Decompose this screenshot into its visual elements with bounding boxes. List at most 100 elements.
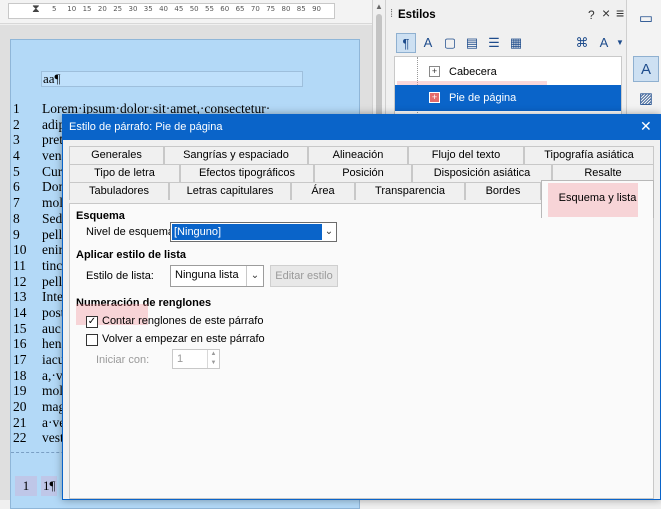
tab-generales[interactable]: Generales — [69, 146, 164, 164]
line-text[interactable]: auc — [42, 321, 61, 337]
count-lines-label[interactable]: Contar renglones de este párrafo — [102, 315, 263, 327]
expand-icon[interactable]: + — [429, 92, 440, 103]
tab-content-panel: Esquema Nivel de esquema: [Ninguno] ⌄ Ap… — [69, 203, 654, 499]
table-styles-icon[interactable]: ▦ — [506, 33, 526, 53]
line-text[interactable]: hen — [42, 336, 62, 352]
page-styles-icon[interactable]: ▤ — [462, 33, 482, 53]
styles-deck-icon[interactable]: A — [633, 56, 659, 82]
spin-arrows-icon[interactable]: ▲ ▼ — [207, 350, 219, 368]
chevron-down-icon[interactable]: ⌄ — [322, 223, 336, 241]
line-number: 3 — [13, 132, 20, 148]
line-text[interactable]: mol — [42, 195, 63, 211]
line-number: 11 — [13, 257, 26, 273]
count-lines-checkbox[interactable]: ✓ — [86, 316, 98, 328]
tree-item-label: Pie de página — [449, 92, 517, 104]
ruler-tick-label: 85 — [296, 5, 306, 13]
ruler-tick-label: 40 — [159, 5, 169, 13]
fill-format-mode-icon[interactable]: ⌘ — [572, 33, 592, 53]
line-text[interactable]: pell — [42, 274, 62, 290]
tree-item-cabecera[interactable]: + Cabecera — [395, 59, 621, 85]
tab-tipo-letra[interactable]: Tipo de letra — [69, 164, 180, 182]
footer-paragraph-text[interactable]: 1¶ — [41, 476, 58, 496]
list-style-value: Ninguna lista — [175, 269, 239, 281]
tab-flujo-texto[interactable]: Flujo del texto — [408, 146, 524, 164]
line-text[interactable]: ven — [42, 148, 62, 164]
line-text[interactable]: mol — [42, 383, 63, 399]
tab-posicion[interactable]: Posición — [314, 164, 412, 182]
sidebar-menu-button[interactable]: ≡ — [616, 5, 624, 21]
properties-icon[interactable]: ▭ — [633, 6, 659, 32]
tab-transparencia[interactable]: Transparencia — [355, 182, 465, 200]
line-number: 8 — [13, 210, 20, 226]
line-text[interactable]: tinc — [42, 258, 62, 274]
ruler-tick-label: 35 — [143, 5, 153, 13]
tree-item-label: Cabecera — [449, 66, 497, 78]
gallery-icon[interactable]: ▨ — [633, 86, 659, 112]
line-number: 19 — [13, 383, 27, 399]
tree-item-pie-de-pagina[interactable]: + Pie de página — [395, 85, 621, 111]
paragraph-styles-icon[interactable]: ¶ — [396, 33, 416, 53]
restart-numbering-label[interactable]: Volver a empezar en este párrafo — [102, 333, 265, 345]
ruler-tick-label: 15 — [82, 5, 92, 13]
tab-tipografia-asiatica[interactable]: Tipografía asiática — [524, 146, 654, 164]
close-icon[interactable]: ✕ — [640, 118, 652, 135]
help-button[interactable]: ? — [588, 8, 595, 22]
line-number: 15 — [13, 320, 27, 336]
restart-numbering-checkbox[interactable] — [86, 334, 98, 346]
line-text[interactable]: pret — [42, 132, 63, 148]
line-number: 13 — [13, 289, 27, 305]
tab-efectos-tipograficos[interactable]: Efectos tipográficos — [180, 164, 314, 182]
line-number: 22 — [13, 430, 27, 446]
line-number: 5 — [13, 163, 20, 179]
tab-area[interactable]: Área — [291, 182, 355, 200]
page-header-text[interactable]: aa¶ — [41, 71, 303, 87]
list-styles-icon[interactable]: ☰ — [484, 33, 504, 53]
line-number: 16 — [13, 336, 27, 352]
line-text[interactable]: vest — [42, 430, 64, 446]
tab-bordes[interactable]: Bordes — [465, 182, 541, 200]
horizontal-ruler[interactable]: ⧗ 5 10 15 20 25 30 35 40 45 50 55 60 65 70 75 80 85 90 — [0, 0, 372, 24]
drag-handle-icon[interactable]: ⁞ — [390, 8, 393, 20]
tab-tabuladores[interactable]: Tabuladores — [69, 182, 169, 200]
scroll-up-icon[interactable]: ▲ — [375, 2, 383, 11]
ruler-indent-marker-icon[interactable]: ⧗ — [32, 3, 40, 16]
line-text[interactable]: pell — [42, 227, 62, 243]
line-number: 18 — [13, 367, 27, 383]
start-with-label: Iniciar con: — [96, 354, 150, 366]
line-text[interactable]: Inte — [42, 289, 63, 305]
tab-label: Esquema y lista — [558, 192, 637, 204]
list-style-select[interactable]: Ninguna lista ⌄ — [170, 265, 264, 287]
sidebar-title: Estilos — [398, 9, 436, 21]
tab-sangrias[interactable]: Sangrías y espaciado — [164, 146, 308, 164]
tab-letras-capitulares[interactable]: Letras capitulares — [169, 182, 291, 200]
line-number: 10 — [13, 242, 27, 258]
paragraph-style-dialog: Estilo de párrafo: Pie de página ✕ Gener… — [62, 114, 661, 500]
line-number: 20 — [13, 399, 27, 415]
edit-style-button[interactable]: Editar estilo — [270, 265, 338, 287]
tab-esquema-y-lista[interactable]: Esquema y lista — [541, 180, 654, 218]
line-text[interactable]: Sed — [42, 211, 62, 227]
line-number: 7 — [13, 195, 20, 211]
ruler-tick-label: 30 — [128, 5, 138, 13]
ruler-tick-label: 60 — [220, 5, 230, 13]
ruler-tick-label: 45 — [174, 5, 184, 13]
dialog-titlebar[interactable]: Estilo de párrafo: Pie de página ✕ — [63, 115, 660, 140]
sidebar-header: ⁞ Estilos ? × ≡ — [386, 0, 626, 30]
tab-disposicion-asiatica[interactable]: Disposición asiática — [412, 164, 552, 182]
line-text[interactable]: Cur — [42, 164, 62, 180]
outline-level-select[interactable]: [Ninguno] ⌄ — [170, 222, 337, 242]
ruler-tick-label: 70 — [250, 5, 260, 13]
line-text[interactable]: a,·v — [42, 368, 63, 384]
start-with-spinbox[interactable]: 1 ▲ ▼ — [172, 349, 220, 369]
line-text[interactable]: enir — [42, 242, 63, 258]
style-category-toolbar: ¶ A ▢ ▤ ☰ ▦ ⌘ A ▼ — [386, 30, 626, 56]
tab-alineacion[interactable]: Alineación — [308, 146, 408, 164]
section-title-outline: Esquema — [76, 210, 125, 222]
frame-styles-icon[interactable]: ▢ — [440, 33, 460, 53]
ruler-tick-label: 90 — [312, 5, 322, 13]
character-styles-icon[interactable]: A — [418, 33, 438, 53]
outline-level-label: Nivel de esquema: — [86, 226, 178, 238]
close-sidebar-button[interactable]: × — [602, 5, 610, 21]
chevron-down-icon[interactable]: ⌄ — [246, 266, 263, 286]
expand-icon[interactable]: + — [429, 66, 440, 77]
